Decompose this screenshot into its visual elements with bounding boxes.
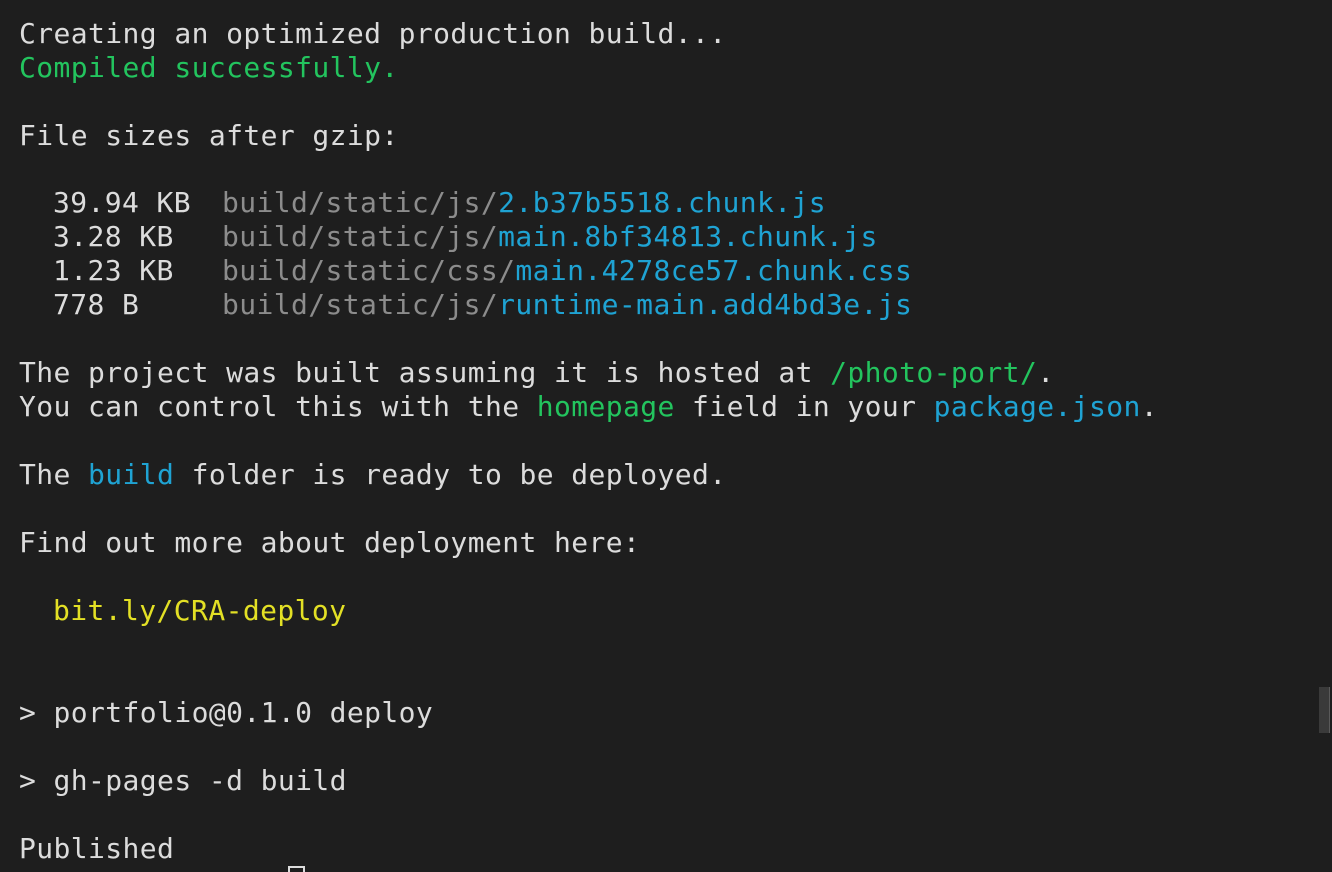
- text-cursor: [288, 866, 305, 872]
- command-line: > portfolio@0.1.0 deploy: [19, 696, 434, 729]
- file-dir: build/static/js/: [222, 288, 499, 321]
- file-size: 39.94 KB: [53, 186, 192, 219]
- command-line: > gh-pages -d build: [19, 764, 347, 797]
- published-status: Published: [19, 832, 175, 865]
- build-folder: build: [88, 458, 175, 491]
- compiled-status: Compiled successfully.: [19, 51, 399, 84]
- file-row: 778 B build/static/js/runtime-main.add4bd…: [53, 288, 912, 322]
- control-middle: field in your: [674, 390, 934, 423]
- sizes-header: File sizes after gzip:: [19, 119, 399, 152]
- hosted-line: The project was built assuming it is hos…: [19, 356, 1054, 390]
- ready-prefix: The: [19, 458, 89, 491]
- terminal-window[interactable]: Creating an optimized production build..…: [0, 0, 1332, 872]
- file-row: 39.94 KB build/static/js/2.b37b5518.chunk…: [53, 186, 826, 220]
- file-size: 1.23 KB: [53, 254, 174, 287]
- ready-line: The build folder is ready to be deployed…: [19, 458, 727, 492]
- hosted-path: /photo-port/: [830, 356, 1038, 389]
- file-name: runtime-main.add4bd3e.js: [498, 288, 913, 321]
- file-dir: build/static/js/: [222, 220, 499, 253]
- file-dir: build/static/js/: [222, 186, 499, 219]
- deploy-link[interactable]: bit.ly/CRA-deploy: [53, 594, 346, 628]
- file-size: 778 B: [53, 288, 140, 321]
- control-prefix: You can control this with the: [19, 390, 537, 423]
- file-dir: build/static/css/: [222, 254, 516, 287]
- scrollbar-thumb[interactable]: [1319, 687, 1330, 733]
- package-json: package.json: [933, 390, 1141, 423]
- file-name: main.4278ce57.chunk.css: [515, 254, 913, 287]
- homepage-field: homepage: [536, 390, 675, 423]
- file-name: 2.b37b5518.chunk.js: [498, 186, 827, 219]
- deploy-more-line: Find out more about deployment here:: [19, 526, 641, 559]
- control-line: You can control this with the homepage f…: [19, 390, 1158, 424]
- build-header: Creating an optimized production build..…: [19, 17, 727, 50]
- file-row: 3.28 KB build/static/js/main.8bf34813.chu…: [53, 220, 878, 254]
- control-suffix: .: [1140, 390, 1159, 423]
- hosted-prefix: The project was built assuming it is hos…: [19, 356, 831, 389]
- hosted-suffix: .: [1037, 356, 1055, 389]
- file-name: main.8bf34813.chunk.js: [498, 220, 878, 253]
- file-size: 3.28 KB: [53, 220, 174, 253]
- ready-suffix: folder is ready to be deployed.: [174, 458, 727, 491]
- file-row: 1.23 KB build/static/css/main.4278ce57.ch…: [53, 254, 912, 288]
